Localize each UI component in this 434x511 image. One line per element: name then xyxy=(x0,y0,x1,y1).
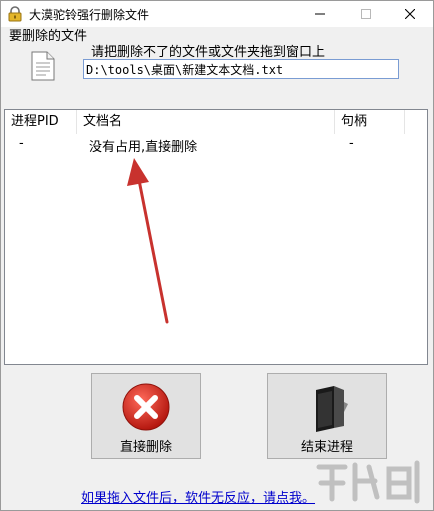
kill-process-label: 结束进程 xyxy=(300,440,353,455)
maximize-button[interactable] xyxy=(343,1,389,27)
process-list[interactable]: 进程PID 文档名 句柄 - 没有占用,直接删除 - xyxy=(4,109,428,365)
table-row[interactable]: - 没有占用,直接删除 - xyxy=(5,134,427,155)
column-header-pid[interactable]: 进程PID xyxy=(5,110,77,134)
title-bar[interactable]: 大漠驼铃强行删除文件 xyxy=(1,1,433,27)
file-section-label: 要删除的文件 xyxy=(9,29,88,44)
column-header-name[interactable]: 文档名 xyxy=(77,110,335,134)
help-link[interactable]: 如果拖入文件后，软件无反应，请点我。 xyxy=(81,487,315,506)
row-handle: - xyxy=(349,136,354,151)
column-header-handle[interactable]: 句柄 xyxy=(335,110,405,134)
black-folder-icon xyxy=(304,382,350,436)
document-icon xyxy=(31,51,55,85)
download-site-logo xyxy=(313,457,431,511)
close-button[interactable] xyxy=(387,1,433,27)
drag-hint: 请把删除不了的文件或文件夹拖到窗口上 xyxy=(91,45,326,60)
app-window: 大漠驼铃强行删除文件 要删除的文件 请把删除不了的文件或文件夹拖到窗口上 进 xyxy=(0,0,434,511)
direct-delete-button[interactable]: 直接删除 xyxy=(91,373,201,459)
list-header: 进程PID 文档名 句柄 xyxy=(5,110,427,134)
direct-delete-label: 直接删除 xyxy=(119,440,172,455)
row-pid: - xyxy=(19,136,24,151)
lock-icon xyxy=(7,6,23,22)
minimize-icon xyxy=(315,13,325,15)
minimize-button[interactable] xyxy=(297,1,343,27)
red-x-circle-icon xyxy=(121,382,171,436)
column-header-filler xyxy=(405,110,427,134)
close-icon xyxy=(405,9,415,19)
kill-process-button[interactable]: 结束进程 xyxy=(267,373,387,459)
maximize-icon xyxy=(361,9,371,19)
file-path-input[interactable] xyxy=(83,59,399,79)
window-title: 大漠驼铃强行删除文件 xyxy=(29,8,150,22)
row-name: 没有占用,直接删除 xyxy=(89,140,198,155)
